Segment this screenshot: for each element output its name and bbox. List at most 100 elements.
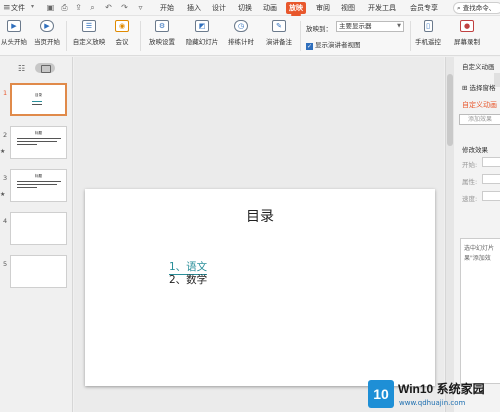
meeting-button[interactable]: ◉ 会议 xyxy=(105,20,139,46)
slides-view-toggle[interactable] xyxy=(35,63,55,73)
hint-text-line: 果"添加效 xyxy=(464,255,491,262)
play-from-start-icon: ▶ xyxy=(7,20,21,32)
list-item-math[interactable]: 2、数学 xyxy=(169,272,207,287)
phone-icon: ▯ xyxy=(423,20,433,32)
print-icon[interactable]: ⎙ xyxy=(59,2,70,13)
ribbon-divider xyxy=(300,21,301,51)
slide-thumbnail-4[interactable] xyxy=(10,212,67,245)
animation-list-box[interactable]: 选中幻灯片 果"添加效 xyxy=(460,238,500,384)
custom-show-button[interactable]: ☰ 自定义放映 xyxy=(72,20,106,46)
save-icon[interactable]: ▣ xyxy=(45,2,56,13)
tab-view[interactable]: 视图 xyxy=(341,3,355,13)
title-bar: ≡ 文件 ▾ ▣ ⎙ ⇪ ⌕ ↶ ↷ ▿ 开始 插入 设计 切换 动画 放映 审… xyxy=(0,0,500,16)
checkbox-icon: ✓ xyxy=(306,43,313,50)
modify-effect-label: 修改效果 xyxy=(462,146,488,154)
meeting-icon: ◉ xyxy=(115,20,129,32)
hide-slide-button[interactable]: ◩ 隐藏幻灯片 xyxy=(185,20,219,46)
slide-title[interactable]: 目录 xyxy=(85,206,435,226)
select-pane-link[interactable]: ⊞ 选择窗格 xyxy=(462,82,496,92)
tab-transition[interactable]: 切换 xyxy=(238,3,252,13)
menu-icon[interactable]: ≡ xyxy=(3,3,11,13)
thumbnail-text-line xyxy=(17,184,57,185)
add-effect-label: 添加效果 xyxy=(468,116,493,123)
export-icon[interactable]: ⇪ xyxy=(73,2,84,13)
chevron-down-icon[interactable]: ▾ xyxy=(31,3,34,10)
custom-show-label: 自定义放映 xyxy=(72,38,106,46)
tab-home[interactable]: 开始 xyxy=(160,3,174,13)
search-input[interactable]: ⌕ 查找命令、 xyxy=(453,2,500,14)
slide-number: 3 xyxy=(3,174,8,182)
slide-number: 1 xyxy=(3,89,8,97)
ribbon-divider xyxy=(66,21,67,51)
thumbnail-text-line xyxy=(17,138,61,139)
tab-member[interactable]: 会员专享 xyxy=(410,3,438,13)
property-select[interactable] xyxy=(482,174,500,184)
slide-number: 5 xyxy=(3,260,8,268)
start-label: 开始: xyxy=(462,161,478,169)
current-slide[interactable]: 目录 1、语文 2、数学 xyxy=(85,189,435,386)
add-effect-button[interactable]: 添加效果 xyxy=(459,114,500,125)
property-label: 属性: xyxy=(462,178,478,186)
slideshow-settings-button[interactable]: ⚙ 放映设置 xyxy=(145,20,179,46)
tab-insert[interactable]: 插入 xyxy=(187,3,201,13)
notes-icon: ✎ xyxy=(272,20,286,32)
pane-scrollbar[interactable] xyxy=(446,57,454,412)
customize-quick-access-icon[interactable]: ▿ xyxy=(135,2,146,13)
tab-review[interactable]: 审阅 xyxy=(316,3,330,13)
undo-icon[interactable]: ↶ xyxy=(103,2,114,13)
tab-developer[interactable]: 开发工具 xyxy=(368,3,396,13)
chevron-down-icon: ▼ xyxy=(397,23,401,29)
watermark-brand: Win10 系统家园 xyxy=(398,382,485,396)
redo-icon[interactable]: ↷ xyxy=(119,2,130,13)
play-to-label: 放映到： xyxy=(306,25,332,33)
from-current-label: 当页开始 xyxy=(34,38,60,46)
slide-thumbnail-5[interactable] xyxy=(10,255,67,288)
slide-editing-area: 目录 1、语文 2、数学 xyxy=(74,57,444,412)
tab-slideshow[interactable]: 放映 xyxy=(286,2,306,16)
ribbon-toolbar: ▶ 从头开始 ▶ 当页开始 ☰ 自定义放映 ◉ 会议 ⚙ 放映设置 ◩ 隐藏幻灯… xyxy=(0,16,500,56)
slide-thumbnail-3[interactable]: 标题 xyxy=(10,169,67,202)
thumbnail-title: 标题 xyxy=(35,174,42,178)
animation-star-icon: ★ xyxy=(0,191,6,198)
section-title: 自定义动画 xyxy=(462,101,497,109)
ribbon-divider xyxy=(140,21,141,51)
print-preview-icon[interactable]: ⌕ xyxy=(87,2,98,13)
slide-thumbnail-2[interactable]: 标题 xyxy=(10,126,67,159)
display-select-value: 主要显示器 xyxy=(339,22,372,30)
meeting-label: 会议 xyxy=(115,38,129,46)
select-pane-icon: ⊞ xyxy=(462,84,470,92)
thumbnail-text-line xyxy=(17,187,37,188)
screen-record-button[interactable]: ● 屏幕录制 xyxy=(450,20,484,46)
tab-design[interactable]: 设计 xyxy=(212,3,226,13)
play-current-icon: ▶ xyxy=(40,20,54,32)
display-select[interactable]: 主要显示器 ▼ xyxy=(336,21,404,32)
settings-icon: ⚙ xyxy=(155,20,169,32)
outline-view-icon[interactable]: ☷ xyxy=(18,64,25,73)
search-icon: ⌕ xyxy=(457,4,461,12)
speed-label: 速度: xyxy=(462,195,478,203)
scrollbar-thumb[interactable] xyxy=(447,74,453,146)
custom-animation-pane: 自定义动画 ⊞ 选择窗格 自定义动画 添加效果 修改效果 开始: 属性: 速度:… xyxy=(445,57,500,412)
from-current-button[interactable]: ▶ 当页开始 xyxy=(30,20,64,46)
slideshow-settings-label: 放映设置 xyxy=(149,38,175,46)
tab-animation[interactable]: 动画 xyxy=(263,3,277,13)
from-beginning-button[interactable]: ▶ 从头开始 xyxy=(0,20,31,46)
rehearse-timing-button[interactable]: ◷ 排练计时 xyxy=(224,20,258,46)
watermark-url: www.qdhuajin.com xyxy=(399,399,466,407)
hint-text-line: 选中幻灯片 xyxy=(464,245,495,252)
phone-remote-button[interactable]: ▯ 手机遥控 xyxy=(411,20,445,46)
speed-select[interactable] xyxy=(482,191,500,201)
select-pane-label: 选择窗格 xyxy=(469,84,496,92)
start-select[interactable] xyxy=(482,157,500,167)
rehearse-timing-label: 排练计时 xyxy=(228,38,254,46)
presenter-view-checkbox[interactable]: ✓ 显示演讲者视图 xyxy=(306,39,361,50)
thumbnail-text-line xyxy=(32,104,42,105)
win10-logo: 10 xyxy=(368,380,394,408)
file-menu[interactable]: 文件 xyxy=(11,3,25,13)
presenter-view-label: 显示演讲者视图 xyxy=(315,41,361,49)
speaker-notes-button[interactable]: ✎ 演讲备注 xyxy=(262,20,296,46)
thumbnail-text-line xyxy=(32,101,42,102)
animation-star-icon: ★ xyxy=(0,148,6,155)
hide-slide-label: 隐藏幻灯片 xyxy=(185,38,219,46)
slide-thumbnail-1[interactable]: 目录 xyxy=(10,83,67,116)
